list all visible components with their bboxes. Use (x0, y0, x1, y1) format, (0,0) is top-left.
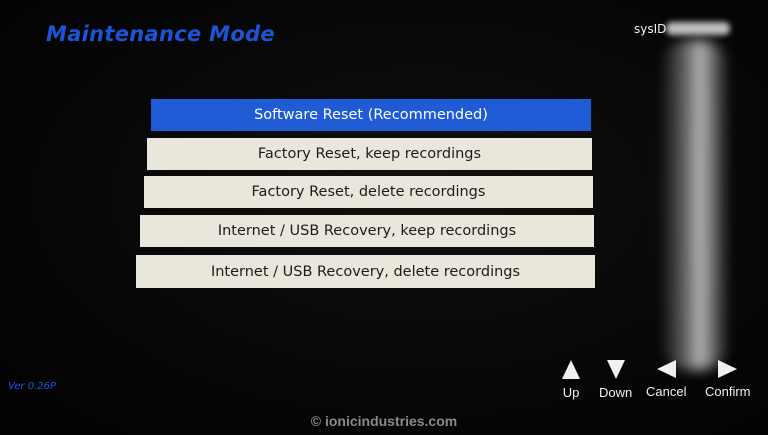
nav-down-label: Down (599, 385, 633, 400)
nav-up[interactable]: Up (562, 360, 580, 400)
menu-item-recovery-delete[interactable]: Internet / USB Recovery, delete recordin… (136, 255, 595, 288)
up-arrow-icon (562, 360, 580, 379)
left-arrow-icon (656, 360, 676, 378)
sysid-value-redacted (666, 22, 730, 35)
nav-down[interactable]: Down (599, 360, 632, 400)
nav-up-label: Up (562, 385, 580, 400)
nav-confirm-label: Confirm (705, 384, 751, 399)
version-text: Ver 0.26P (8, 381, 56, 392)
right-arrow-icon (718, 360, 738, 378)
menu-item-software-reset[interactable]: Software Reset (Recommended) (151, 99, 591, 131)
watermark: © ionicindustries.com (310, 413, 458, 429)
menu-item-factory-reset-delete[interactable]: Factory Reset, delete recordings (144, 176, 593, 208)
menu-item-label: Factory Reset, keep recordings (257, 146, 482, 162)
menu-item-factory-reset-keep[interactable]: Factory Reset, keep recordings (147, 138, 592, 170)
nav-confirm[interactable]: Confirm (705, 360, 751, 399)
tv-screen: Maintenance Mode sysID Software Reset (R… (0, 0, 768, 435)
menu-item-label: Software Reset (Recommended) (254, 107, 488, 123)
page-title: Maintenance Mode (46, 22, 275, 46)
menu-item-label: Internet / USB Recovery, keep recordings (217, 223, 517, 239)
nav-cancel[interactable]: Cancel (646, 360, 686, 399)
sysid-label: sysID (634, 22, 667, 36)
menu-item-recovery-keep[interactable]: Internet / USB Recovery, keep recordings (140, 215, 594, 247)
screen-glare (660, 40, 730, 370)
menu-item-label: Internet / USB Recovery, delete recordin… (210, 263, 521, 280)
nav-cancel-label: Cancel (646, 384, 687, 399)
down-arrow-icon (606, 360, 625, 379)
menu-item-label: Factory Reset, delete recordings (251, 184, 486, 200)
